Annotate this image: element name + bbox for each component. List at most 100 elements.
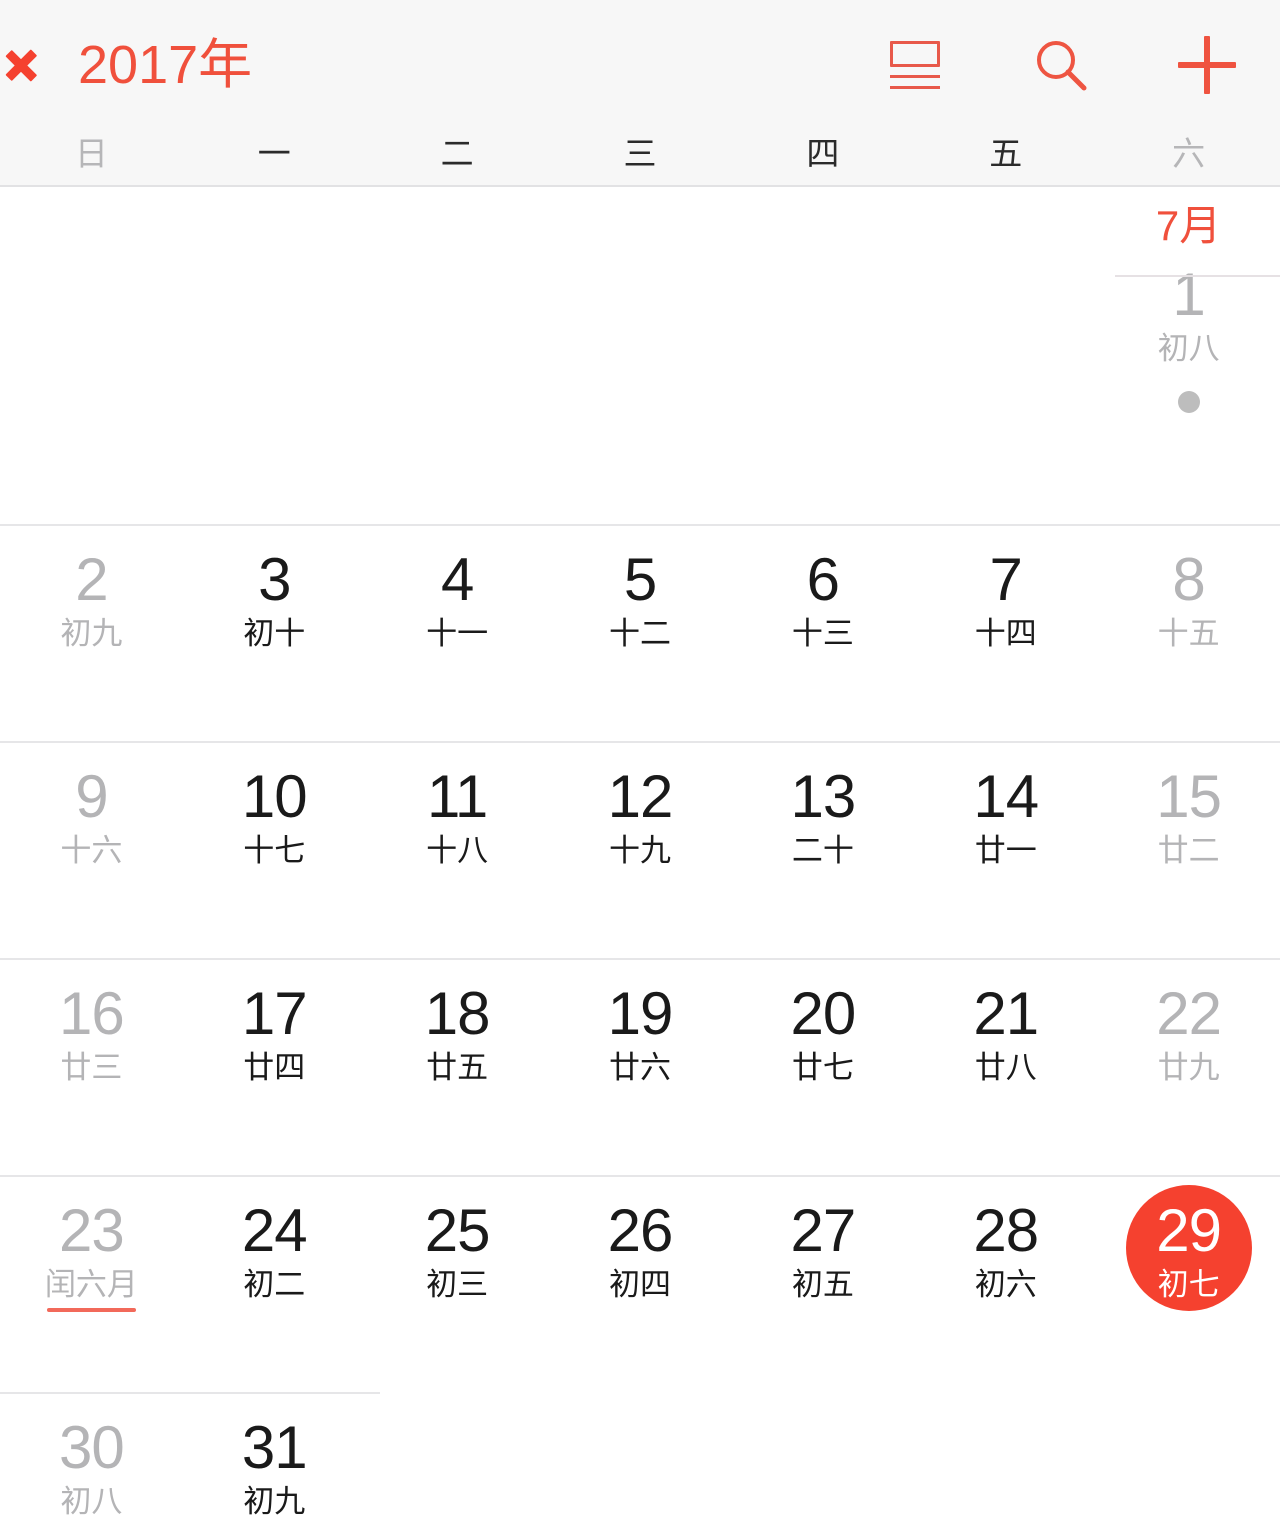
day-cell-25[interactable]: 25 初三 [366, 1175, 549, 1392]
lunar-label: 初七 [1157, 1267, 1220, 1303]
day-cell-30[interactable]: 30 初八 [0, 1392, 183, 1524]
day-cell-empty [914, 1392, 1097, 1524]
day-number: 25 [424, 1197, 491, 1264]
day-number: 26 [607, 1197, 674, 1264]
weekday-header: 日 一 二 三 四 五 六 [0, 130, 1280, 187]
day-cell-26[interactable]: 26 初四 [549, 1175, 732, 1392]
day-cell-22[interactable]: 22 廿九 [1097, 958, 1280, 1175]
day-number: 9 [75, 763, 108, 830]
weekday-sun: 日 [74, 134, 108, 173]
calendar-week-row: 7月 1 初八 [0, 187, 1280, 524]
day-cell-8[interactable]: 8 十五 [1097, 524, 1280, 741]
weekday-mon: 一 [257, 134, 291, 173]
day-number: 19 [607, 980, 674, 1047]
day-cell-5[interactable]: 5 十二 [549, 524, 732, 741]
day-cell-empty [366, 1392, 549, 1524]
day-number: 21 [973, 980, 1039, 1047]
day-cell-21[interactable]: 21 廿八 [914, 958, 1097, 1175]
plus-icon [1178, 36, 1236, 94]
day-cell-27[interactable]: 27 初五 [731, 1175, 914, 1392]
lunar-label: 初九 [60, 616, 123, 652]
list-view-icon [890, 41, 940, 89]
day-number: 10 [241, 763, 308, 830]
day-cell-4[interactable]: 4 十一 [366, 524, 549, 741]
add-event-button[interactable] [1174, 32, 1240, 98]
calendar-week-row: 23 闰六月 24 初二 25 初三 26 初四 27 初五 28 初六 29 … [0, 1175, 1280, 1392]
day-cell-1[interactable]: 7月 1 初八 [1097, 187, 1280, 524]
day-number: 23 [59, 1197, 125, 1264]
calendar-week-row: 9 十六 10 十七 11 十八 12 十九 13 二十 14 廿一 15 廿二 [0, 741, 1280, 958]
search-button[interactable] [1028, 32, 1094, 98]
weekday-sat: 六 [1172, 134, 1206, 173]
lunar-label: 廿五 [426, 1050, 489, 1086]
list-view-button[interactable] [882, 32, 948, 98]
weekday-tue: 二 [440, 134, 474, 173]
day-number: 4 [440, 546, 474, 613]
lunar-label: 廿四 [243, 1050, 306, 1086]
day-cell-10[interactable]: 10 十七 [183, 741, 366, 958]
day-cell-31[interactable]: 31 初九 [183, 1392, 366, 1524]
weekday-fri: 五 [989, 134, 1023, 173]
day-cell-28[interactable]: 28 初六 [914, 1175, 1097, 1392]
search-icon [1037, 41, 1087, 91]
day-number: 14 [973, 763, 1039, 830]
day-cell-20[interactable]: 20 廿七 [731, 958, 914, 1175]
day-cell-23[interactable]: 23 闰六月 [0, 1175, 183, 1392]
day-cell-11[interactable]: 11 十八 [366, 741, 549, 958]
chevron-left-icon [30, 36, 64, 94]
day-number: 16 [59, 980, 125, 1047]
day-number: 31 [241, 1414, 308, 1481]
lunar-label: 十六 [60, 833, 123, 869]
day-cell-14[interactable]: 14 廿一 [914, 741, 1097, 958]
day-cell-9[interactable]: 9 十六 [0, 741, 183, 958]
day-cell-7[interactable]: 7 十四 [914, 524, 1097, 741]
lunar-label: 廿三 [60, 1050, 123, 1086]
day-number: 27 [790, 1197, 856, 1264]
back-button-label: 2017年 [78, 35, 253, 95]
day-number: 22 [1156, 980, 1222, 1047]
day-cell-12[interactable]: 12 十九 [549, 741, 732, 958]
day-cell-13[interactable]: 13 二十 [731, 741, 914, 958]
lunar-label: 十八 [426, 833, 489, 869]
day-cell-29-selected[interactable]: 29 初七 [1097, 1175, 1280, 1392]
day-number: 1 [1172, 261, 1205, 328]
lunar-label: 廿二 [1157, 833, 1220, 869]
day-number: 30 [59, 1414, 125, 1481]
day-number: 20 [790, 980, 856, 1047]
lunar-label: 十九 [609, 833, 671, 869]
weekday-thu: 四 [806, 134, 840, 173]
day-number: 15 [1156, 763, 1222, 830]
day-cell-24[interactable]: 24 初二 [183, 1175, 366, 1392]
day-number: 3 [258, 546, 291, 613]
lunar-label: 十二 [609, 616, 671, 652]
day-cell-17[interactable]: 17 廿四 [183, 958, 366, 1175]
lunar-label: 初三 [426, 1267, 489, 1303]
lunar-label: 初八 [60, 1484, 123, 1520]
day-number: 13 [790, 763, 856, 830]
lunar-label: 廿六 [609, 1050, 671, 1086]
day-cell-empty [731, 187, 914, 524]
calendar-week-row: 16 廿三 17 廿四 18 廿五 19 廿六 20 廿七 21 廿八 22 廿… [0, 958, 1280, 1175]
day-number: 7 [989, 546, 1023, 613]
day-number: 24 [241, 1197, 308, 1264]
day-cell-6[interactable]: 6 十三 [731, 524, 914, 741]
day-number: 17 [241, 980, 308, 1047]
back-to-year-button[interactable]: 2017年 [30, 36, 252, 94]
day-number: 6 [806, 546, 840, 613]
navbar-actions [882, 32, 1246, 98]
lunar-label: 初六 [974, 1267, 1037, 1303]
lunar-label: 十七 [243, 833, 306, 869]
lunar-label: 初九 [243, 1484, 306, 1520]
day-cell-2[interactable]: 2 初九 [0, 524, 183, 741]
day-number: 18 [424, 980, 491, 1047]
day-cell-16[interactable]: 16 廿三 [0, 958, 183, 1175]
calendar-week-row: 30 初八 31 初九 [0, 1392, 1280, 1524]
lunar-label: 廿一 [974, 833, 1037, 869]
day-cell-15[interactable]: 15 廿二 [1097, 741, 1280, 958]
day-cell-3[interactable]: 3 初十 [183, 524, 366, 741]
day-cell-18[interactable]: 18 廿五 [366, 958, 549, 1175]
lunar-label: 廿九 [1157, 1050, 1220, 1086]
day-cell-empty [0, 187, 183, 524]
day-number: 28 [973, 1197, 1039, 1264]
day-cell-19[interactable]: 19 廿六 [549, 958, 732, 1175]
